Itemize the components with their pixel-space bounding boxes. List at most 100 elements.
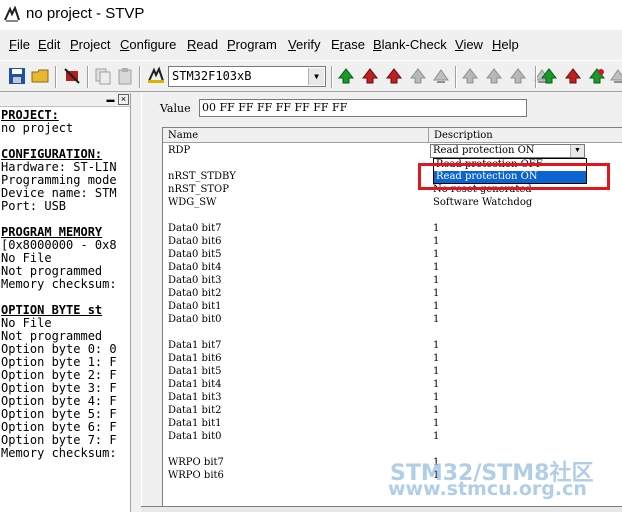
- menu-blank-check[interactable]: Blank-Check: [373, 37, 447, 52]
- info-panel-header: ▬ ×: [0, 93, 130, 107]
- option-name-cell: Data1 bit1: [168, 418, 222, 429]
- device-icon[interactable]: [146, 66, 166, 86]
- verify-all-icon[interactable]: [608, 66, 622, 86]
- toolbar-separator: [87, 66, 89, 88]
- copy-icon[interactable]: [93, 66, 113, 86]
- toolbar-separator: [55, 66, 57, 88]
- menu-view[interactable]: View: [455, 37, 483, 52]
- device-select[interactable]: STM32F103xB ▼: [168, 66, 326, 87]
- option-description-cell[interactable]: 1: [433, 418, 439, 430]
- option-description-cell[interactable]: 1: [433, 275, 439, 287]
- menu-bar: File Edit Project Configure Read Program Verif…: [0, 33, 622, 57]
- option-description-cell[interactable]: Software Watchdog: [433, 197, 532, 209]
- option-name-cell: Data1 bit0: [168, 431, 222, 442]
- read-current-icon-2[interactable]: [484, 66, 504, 86]
- option-name-cell: Data1 bit7: [168, 340, 222, 351]
- info-panel: ▬ × PROJECT: no project CONFIGURATION: Hard…: [0, 93, 131, 512]
- option-name-cell: Data1 bit6: [168, 353, 222, 364]
- menu-edit[interactable]: Edit: [38, 37, 60, 52]
- menu-configure[interactable]: Configure: [120, 37, 176, 52]
- option-name-cell: Data0 bit2: [168, 288, 222, 299]
- read-all-icon[interactable]: [336, 66, 356, 86]
- erase-icon-2[interactable]: [539, 66, 559, 86]
- option-name-cell: Data0 bit3: [168, 275, 222, 286]
- menu-help[interactable]: Help: [492, 37, 519, 52]
- option-description-cell[interactable]: 1: [433, 249, 439, 261]
- option-name-cell: Data0 bit4: [168, 262, 222, 273]
- menu-read[interactable]: Read: [187, 37, 218, 52]
- device-select-value: STM32F103xB: [172, 69, 252, 83]
- info-line: Port: USB: [1, 199, 67, 213]
- option-description-cell[interactable]: 1: [433, 366, 439, 378]
- verify-icon-2[interactable]: [508, 66, 528, 86]
- save-icon[interactable]: [7, 66, 27, 86]
- option-description-cell[interactable]: 1: [433, 288, 439, 300]
- verify-icon[interactable]: [384, 66, 404, 86]
- annotation-highlight-box: [418, 163, 610, 190]
- restore-icon[interactable]: ▬: [105, 94, 116, 105]
- option-name-cell: Data1 bit4: [168, 379, 222, 390]
- program-all-icon[interactable]: [563, 66, 583, 86]
- option-name-cell: nRST_STDBY: [168, 171, 236, 182]
- value-input[interactable]: 00 FF FF FF FF FF FF FF: [199, 99, 527, 117]
- toolbar: STM32F103xB ▼: [0, 60, 622, 92]
- erase-icon[interactable]: [431, 66, 451, 86]
- value-label: Value: [160, 102, 191, 115]
- option-description-cell[interactable]: 1: [433, 353, 439, 365]
- option-description-cell[interactable]: 1: [433, 405, 439, 417]
- column-header-description[interactable]: Description: [429, 128, 622, 143]
- program-icon[interactable]: [408, 66, 428, 86]
- option-description-cell[interactable]: 1: [433, 431, 439, 443]
- option-name-cell: Data0 bit1: [168, 301, 222, 312]
- option-description-cell[interactable]: 1: [433, 223, 439, 235]
- rdp-name: RDP: [168, 145, 191, 156]
- chevron-down-icon[interactable]: ▼: [308, 68, 324, 85]
- info-line: Memory checksum:: [1, 446, 117, 460]
- option-name-cell: WRPO bit7: [168, 457, 224, 468]
- option-description-cell[interactable]: 1: [433, 392, 439, 404]
- watermark-url: www.stmcu.org.cn: [388, 478, 587, 500]
- option-description-cell[interactable]: 1: [433, 262, 439, 274]
- chevron-down-icon[interactable]: ▼: [570, 145, 584, 157]
- option-name-cell: Data1 bit5: [168, 366, 222, 377]
- info-line: Memory checksum:: [1, 277, 117, 291]
- stvp-app-icon: [4, 6, 20, 22]
- option-description-cell[interactable]: 1: [433, 379, 439, 391]
- toolbar-separator: [331, 66, 333, 88]
- menu-verify[interactable]: Verify: [288, 37, 321, 52]
- open-icon[interactable]: [30, 66, 50, 86]
- chip-config-icon[interactable]: [62, 66, 82, 86]
- option-name-cell: Data0 bit6: [168, 236, 222, 247]
- menu-program[interactable]: Program: [227, 37, 277, 52]
- option-description-cell[interactable]: 1: [433, 314, 439, 326]
- column-header-name[interactable]: Name: [163, 128, 429, 143]
- toolbar-separator: [455, 66, 457, 88]
- option-name-cell: nRST_STOP: [168, 184, 229, 195]
- option-byte-panel: Value 00 FF FF FF FF FF FF FF Name Descr…: [141, 93, 622, 512]
- menu-erase[interactable]: Erase: [331, 37, 365, 52]
- close-icon[interactable]: ×: [118, 94, 129, 105]
- read-current-icon[interactable]: [360, 66, 380, 86]
- option-name-cell: Data0 bit5: [168, 249, 222, 260]
- option-description-cell[interactable]: 1: [433, 340, 439, 352]
- window-title: no project - STVP: [26, 5, 145, 22]
- option-name-cell: Data0 bit7: [168, 223, 222, 234]
- option-description-cell[interactable]: 1: [433, 236, 439, 248]
- toolbar-separator: [535, 66, 537, 88]
- info-line: no project: [1, 121, 74, 135]
- menu-file[interactable]: File: [9, 37, 30, 52]
- option-description-cell[interactable]: 1: [433, 301, 439, 313]
- option-name-cell: Data1 bit2: [168, 405, 222, 416]
- option-name-cell: WRPO bit6: [168, 470, 224, 481]
- program-current-icon[interactable]: [587, 66, 607, 86]
- rdp-select[interactable]: Read protection ON ▼: [430, 144, 585, 158]
- toolbar-separator: [139, 66, 141, 88]
- option-name-cell: Data0 bit0: [168, 314, 222, 325]
- read-all-icon-2[interactable]: [460, 66, 480, 86]
- paste-icon[interactable]: [115, 66, 135, 86]
- rdp-select-value: Read protection ON: [433, 145, 535, 156]
- option-name-cell: Data1 bit3: [168, 392, 222, 403]
- bottom-tab-strip: [141, 506, 622, 512]
- title-bar: no project - STVP: [0, 0, 622, 30]
- menu-project[interactable]: Project: [70, 37, 110, 52]
